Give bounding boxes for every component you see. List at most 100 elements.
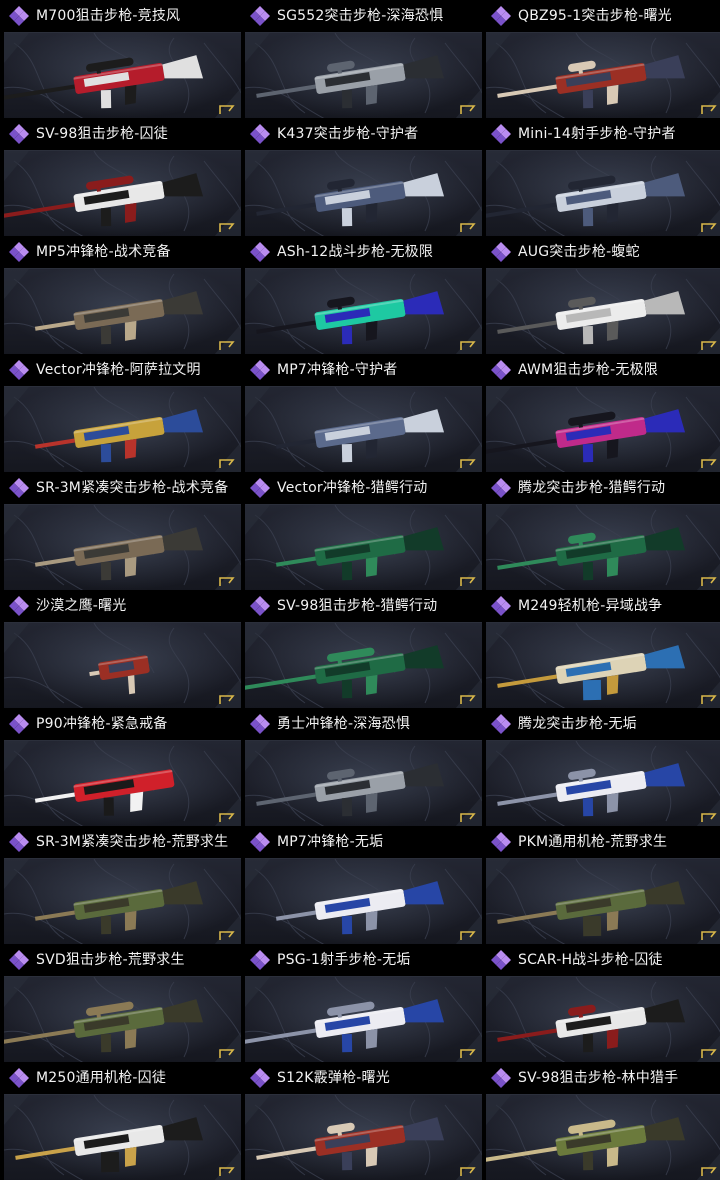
weapon-stock [644, 173, 686, 197]
weapon-magazine [582, 915, 602, 937]
weapon-grip [606, 1028, 619, 1049]
weapon-skin-card-2[interactable]: SG552突击步枪-深海恐惧 [245, 0, 482, 118]
weapon-skin-card-27[interactable]: SCAR-H战斗步枪-囚徒 [486, 944, 720, 1062]
weapon-skin-name: SCAR-H战斗步枪-囚徒 [518, 952, 663, 968]
weapon-scope-mount [337, 1131, 342, 1136]
weapon-skin-card-6[interactable]: Mini-14射手步枪-守护者 [486, 118, 720, 236]
rarity-diamond-icon [250, 832, 270, 852]
weapon-illustration [34, 527, 204, 581]
gold-corner-mark-icon [219, 1049, 235, 1058]
weapon-illustration [497, 645, 686, 701]
weapon-scope-mount [337, 659, 342, 664]
weapon-illustration [497, 291, 686, 345]
weapon-illustration [486, 409, 686, 463]
weapon-skin-card-30[interactable]: SV-98狙击步枪-林中猎手 [486, 1062, 720, 1180]
weapon-body-group [4, 55, 204, 109]
card-title-bar: 腾龙突击步枪-无垢 [486, 708, 720, 740]
gold-corner-mark-icon [701, 223, 717, 232]
corner-mark-path [460, 105, 476, 114]
weapon-skin-card-4[interactable]: SV-98狙击步枪-囚徒 [4, 118, 241, 236]
weapon-body-group [245, 645, 445, 699]
rarity-diamond-icon [491, 714, 511, 734]
weapon-scope-mount [96, 1013, 101, 1018]
weapon-skin-card-5[interactable]: K437突击步枪-守护者 [245, 118, 482, 236]
weapon-grip [124, 438, 137, 459]
weapon-magazine [341, 562, 353, 581]
weapon-skin-card-10[interactable]: Vector冲锋枪-阿萨拉文明 [4, 354, 241, 472]
rarity-diamond-icon [9, 714, 29, 734]
weapon-body-group [256, 763, 445, 817]
corner-mark-path [460, 695, 476, 704]
weapon-preview-image [486, 386, 720, 472]
weapon-preview-image [486, 740, 720, 826]
weapon-barrel [4, 1028, 76, 1048]
weapon-skin-name: Mini-14射手步枪-守护者 [518, 126, 676, 142]
weapon-illustration [497, 881, 686, 937]
corner-mark-path [219, 577, 235, 586]
weapon-barrel [89, 670, 100, 677]
weapon-skin-card-8[interactable]: ASh-12战斗步枪-无极限 [245, 236, 482, 354]
weapon-scope-mount [337, 69, 342, 74]
weapon-barrel [256, 1146, 317, 1160]
weapon-skin-card-22[interactable]: SR-3M紧凑突击步枪-荒野求生 [4, 826, 241, 944]
weapon-skin-card-13[interactable]: SR-3M紧凑突击步枪-战术竞备 [4, 472, 241, 590]
card-title-bar: PKM通用机枪-荒野求生 [486, 826, 720, 858]
weapon-barrel [497, 556, 558, 570]
weapon-skin-name: M250通用机枪-囚徒 [36, 1070, 167, 1086]
weapon-stock [403, 291, 445, 315]
weapon-illustration [15, 1117, 204, 1173]
weapon-skin-card-11[interactable]: MP7冲锋枪-守护者 [245, 354, 482, 472]
weapon-magazine [341, 208, 353, 227]
weapon-skin-name: 腾龙突击步枪-无垢 [518, 716, 637, 732]
weapon-grip [365, 320, 378, 341]
weapon-skin-card-15[interactable]: 腾龙突击步枪-猎鳄行动 [486, 472, 720, 590]
weapon-skin-card-26[interactable]: PSG-1射手步枪-无垢 [245, 944, 482, 1062]
weapon-skin-card-7[interactable]: MP5冲锋枪-战术竞备 [4, 236, 241, 354]
weapon-body-group [256, 173, 445, 227]
weapon-body-group [497, 645, 686, 701]
weapon-skin-card-21[interactable]: 腾龙突击步枪-无垢 [486, 708, 720, 826]
weapon-skin-card-25[interactable]: SVD狙击步枪-荒野求生 [4, 944, 241, 1062]
gold-corner-mark-icon [219, 459, 235, 468]
gold-corner-mark-icon [701, 341, 717, 350]
gold-corner-mark-icon [219, 1167, 235, 1176]
weapon-skin-card-23[interactable]: MP7冲锋枪-无垢 [245, 826, 482, 944]
gold-corner-mark-icon [219, 105, 235, 114]
gold-corner-mark-icon [219, 577, 235, 586]
weapon-grip [606, 792, 619, 813]
weapon-illustration [34, 409, 204, 463]
weapon-grip [124, 556, 137, 577]
weapon-skin-card-12[interactable]: AWM狙击步枪-无极限 [486, 354, 720, 472]
weapon-skin-card-28[interactable]: M250通用机枪-囚徒 [4, 1062, 241, 1180]
weapon-skin-card-16[interactable]: 沙漠之鹰-曙光 [4, 590, 241, 708]
weapon-scope-mount [578, 777, 583, 782]
weapon-skin-card-1[interactable]: M700狙击步枪-竞技风 [4, 0, 241, 118]
gold-corner-mark-icon [701, 695, 717, 704]
weapon-skin-name: SR-3M紧凑突击步枪-荒野求生 [36, 834, 229, 850]
weapon-preview-image [486, 150, 720, 236]
weapon-skin-name: MP7冲锋枪-守护者 [277, 362, 398, 378]
rarity-diamond-icon [250, 124, 270, 144]
weapon-skin-name: SV-98狙击步枪-猎鳄行动 [277, 598, 438, 614]
weapon-skin-card-17[interactable]: SV-98狙击步枪-猎鳄行动 [245, 590, 482, 708]
card-title-bar: S12K霰弹枪-曙光 [245, 1062, 482, 1094]
weapon-skin-card-3[interactable]: QBZ95-1突击步枪-曙光 [486, 0, 720, 118]
weapon-skin-card-18[interactable]: M249轻机枪-异域战争 [486, 590, 720, 708]
weapon-skin-card-29[interactable]: S12K霰弹枪-曙光 [245, 1062, 482, 1180]
weapon-barrel [497, 320, 558, 334]
weapon-barrel [256, 84, 317, 98]
card-title-bar: PSG-1射手步枪-无垢 [245, 944, 482, 976]
weapon-skin-card-20[interactable]: 勇士冲锋枪-深海恐惧 [245, 708, 482, 826]
card-title-bar: P90冲锋枪-紧急戒备 [4, 708, 241, 740]
rarity-diamond-icon [250, 950, 270, 970]
weapon-skin-card-24[interactable]: PKM通用机枪-荒野求生 [486, 826, 720, 944]
weapon-skin-card-9[interactable]: AUG突击步枪-蝮蛇 [486, 236, 720, 354]
weapon-scope-mount [337, 1013, 342, 1018]
weapon-skin-card-19[interactable]: P90冲锋枪-紧急戒备 [4, 708, 241, 826]
corner-mark-path [460, 931, 476, 940]
weapon-stock [644, 1117, 686, 1141]
gold-corner-mark-icon [701, 931, 717, 940]
weapon-skin-card-14[interactable]: Vector冲锋枪-猎鳄行动 [245, 472, 482, 590]
weapon-barrel [4, 202, 76, 222]
gold-corner-mark-icon [460, 105, 476, 114]
